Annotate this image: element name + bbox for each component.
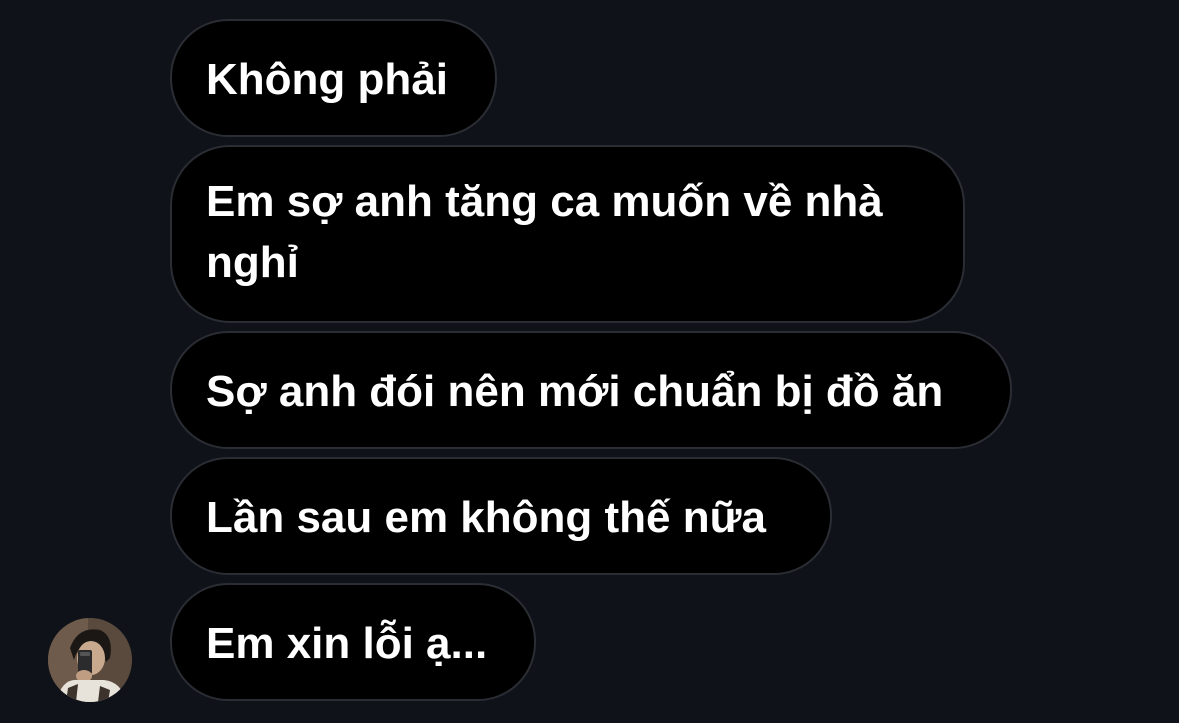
- message-text: Lần sau em không thế nữa: [206, 493, 766, 542]
- message-bubble[interactable]: Sợ anh đói nên mới chuẩn bị đồ ăn: [170, 331, 1012, 449]
- avatar-photo-icon: [48, 618, 132, 702]
- message-bubble[interactable]: Em sợ anh tăng ca muốn về nhà nghỉ: [170, 145, 965, 323]
- message-bubble[interactable]: Em xin lỗi ạ...: [170, 583, 536, 701]
- message-bubble[interactable]: Không phải: [170, 19, 497, 137]
- message-bubble[interactable]: Lần sau em không thế nữa: [170, 457, 832, 575]
- chat-thread: Không phải Em sợ anh tăng ca muốn về nhà…: [0, 0, 1179, 723]
- message-text: Em sợ anh tăng ca muốn về nhà nghỉ: [206, 177, 883, 287]
- message-text: Sợ anh đói nên mới chuẩn bị đồ ăn: [206, 367, 944, 416]
- sender-avatar[interactable]: [48, 618, 132, 702]
- message-text: Không phải: [206, 55, 448, 104]
- message-text: Em xin lỗi ạ...: [206, 619, 488, 668]
